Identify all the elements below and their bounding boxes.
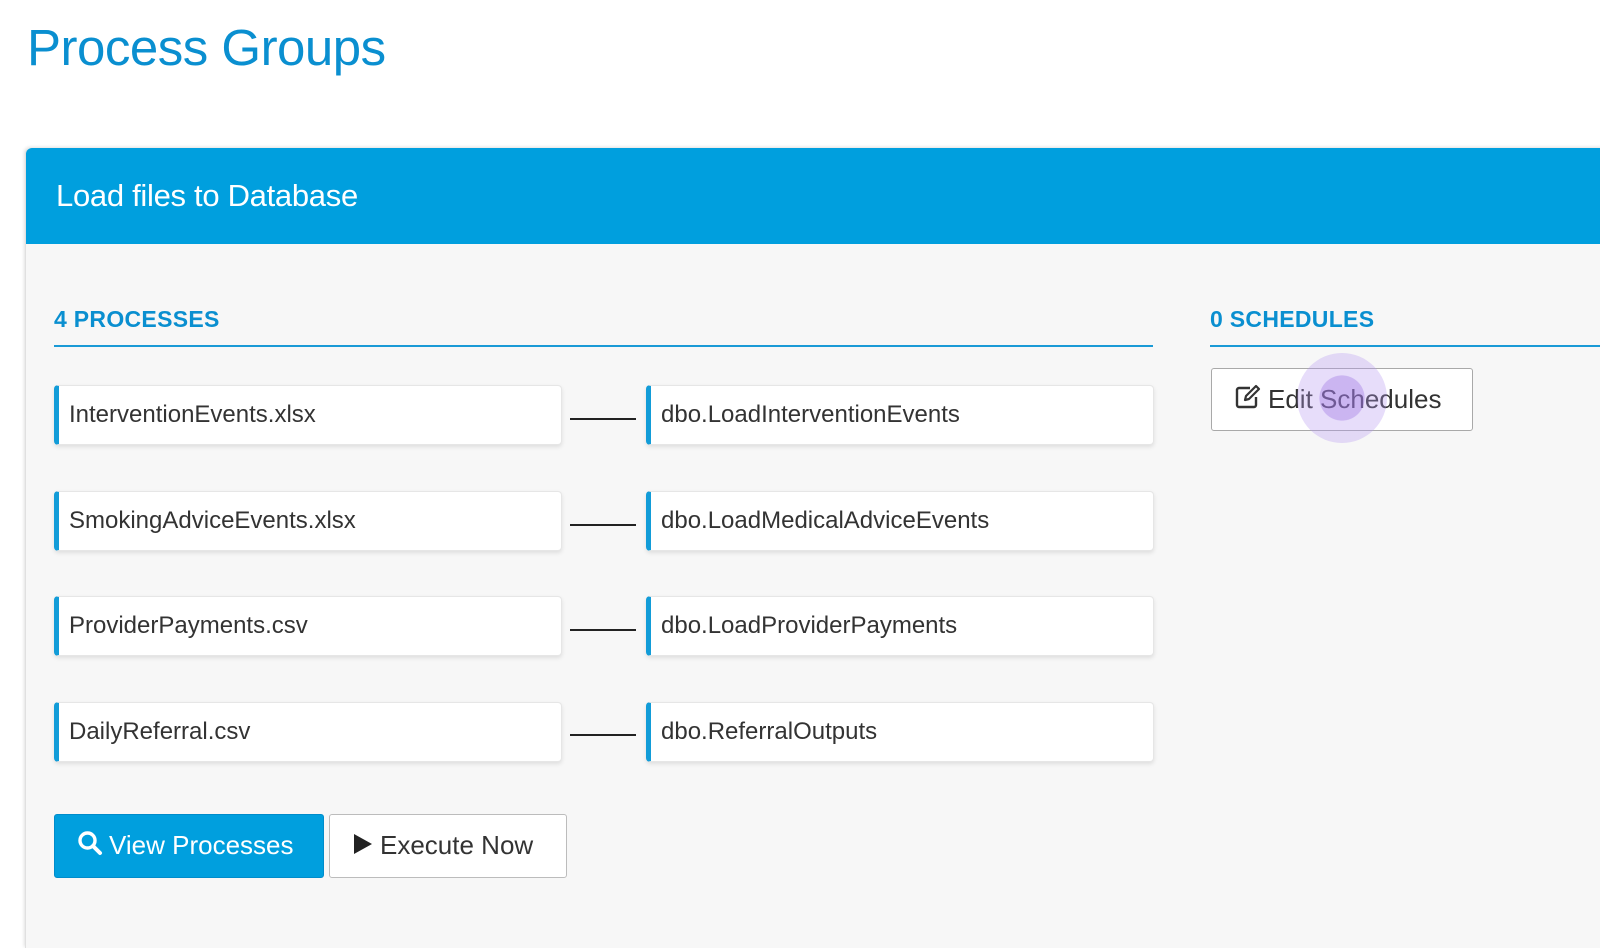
view-processes-button[interactable]: View Processes <box>54 814 324 878</box>
search-icon <box>77 817 103 877</box>
schedules-divider <box>1210 345 1600 347</box>
process-connector <box>570 418 636 420</box>
edit-icon <box>1234 371 1262 432</box>
process-connector <box>570 629 636 631</box>
process-target-item[interactable]: dbo.LoadProviderPayments <box>646 596 1154 656</box>
process-connector <box>570 734 636 736</box>
processes-heading: 4 PROCESSES <box>54 306 220 332</box>
processes-divider <box>54 345 1153 347</box>
process-target-item[interactable]: dbo.LoadInterventionEvents <box>646 385 1154 445</box>
panel-title: Load files to Database <box>56 178 358 213</box>
execute-now-button[interactable]: Execute Now <box>329 814 567 878</box>
process-connector <box>570 524 636 526</box>
process-source-item[interactable]: InterventionEvents.xlsx <box>54 385 562 445</box>
page-title: Process Groups <box>27 19 386 76</box>
process-target-item[interactable]: dbo.ReferralOutputs <box>646 702 1154 762</box>
play-icon <box>352 817 374 877</box>
process-source-item[interactable]: ProviderPayments.csv <box>54 596 562 656</box>
edit-schedules-button[interactable]: Edit Schedules <box>1211 368 1473 431</box>
schedules-heading: 0 SCHEDULES <box>1210 306 1375 332</box>
view-processes-label: View Processes <box>109 830 294 860</box>
edit-schedules-label: Edit Schedules <box>1268 384 1442 414</box>
process-group-panel: Load files to Database 4 PROCESSES Inter… <box>25 148 1600 948</box>
process-source-item[interactable]: DailyReferral.csv <box>54 702 562 762</box>
panel-header[interactable]: Load files to Database <box>26 148 1600 244</box>
execute-now-label: Execute Now <box>380 830 534 860</box>
process-source-item[interactable]: SmokingAdviceEvents.xlsx <box>54 491 562 551</box>
process-target-item[interactable]: dbo.LoadMedicalAdviceEvents <box>646 491 1154 551</box>
